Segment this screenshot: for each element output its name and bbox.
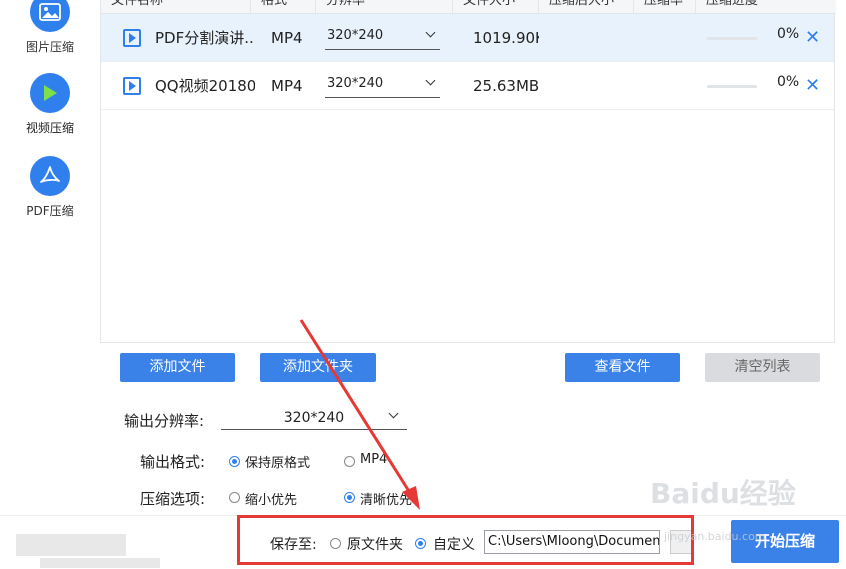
watermark: Baidu经验 [650,477,796,510]
watermark-sub: jingyan.baidu.com [664,530,766,543]
